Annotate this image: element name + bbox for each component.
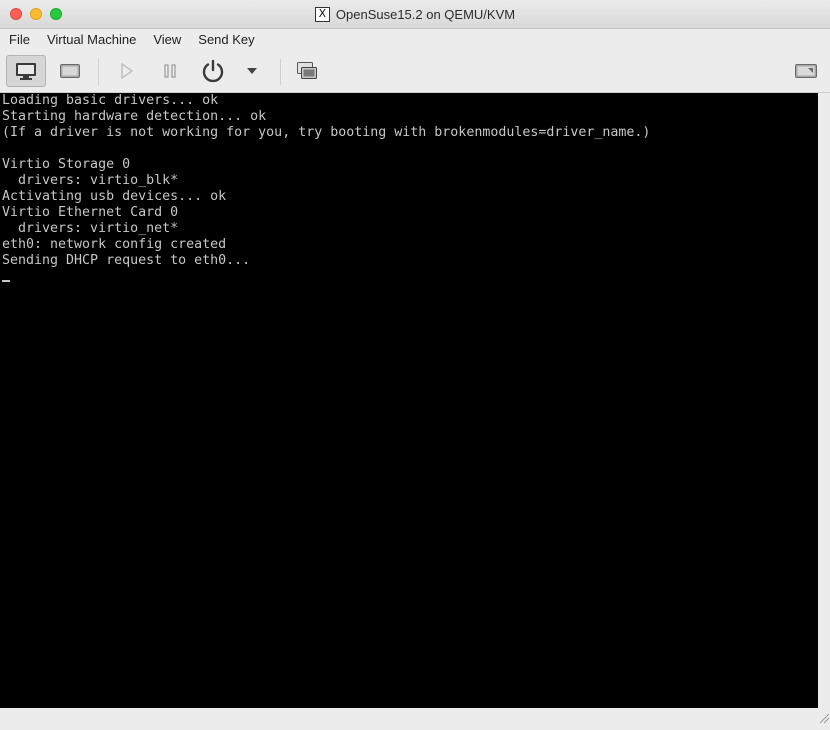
menu-file[interactable]: File (0, 29, 38, 51)
console-line: Virtio Storage 0 (2, 157, 131, 172)
resize-grip-icon (819, 713, 830, 724)
horizontal-scrollbar[interactable] (0, 708, 818, 725)
menu-virtual-machine[interactable]: Virtual Machine (38, 29, 144, 51)
text-cursor (2, 280, 10, 282)
x11-icon: X (314, 7, 330, 22)
power-icon (202, 59, 224, 83)
window-title-group: X OpenSuse15.2 on QEMU/KVM (0, 0, 830, 29)
chevron-down-icon (247, 68, 257, 74)
console-line: drivers: virtio_blk* (2, 173, 179, 188)
console-line: (If a driver is not working for you, try… (2, 125, 651, 140)
resize-grip[interactable] (818, 708, 830, 725)
fullscreen-icon (795, 64, 817, 78)
menu-bar: File Virtual Machine View Send Key (0, 29, 830, 51)
console-line: eth0: network config created (2, 237, 227, 252)
monitor-icon (16, 63, 36, 80)
vm-console-display[interactable]: Loading basic drivers... ok Starting har… (0, 93, 818, 708)
menu-send-key[interactable]: Send Key (189, 29, 262, 51)
console-line: Loading basic drivers... ok (2, 93, 219, 108)
snapshots-button[interactable] (289, 55, 325, 87)
console-line: drivers: virtio_net* (2, 221, 179, 236)
console-line: Virtio Ethernet Card 0 (2, 205, 179, 220)
toolbar-separator (280, 59, 281, 85)
shutdown-button[interactable] (196, 55, 230, 87)
console-line: Activating usb devices... ok (2, 189, 227, 204)
console-line: Starting hardware detection... ok (2, 109, 267, 124)
run-button[interactable] (110, 55, 142, 87)
details-view-button[interactable] (52, 55, 88, 87)
toolbar-separator (98, 59, 99, 85)
window-title: OpenSuse15.2 on QEMU/KVM (335, 7, 516, 22)
console-view-button[interactable] (6, 55, 46, 87)
console-output: Loading basic drivers... ok Starting har… (0, 93, 818, 285)
pause-icon (164, 64, 176, 78)
console-line: Sending DHCP request to eth0... (2, 253, 251, 268)
menu-view[interactable]: View (144, 29, 189, 51)
play-icon (121, 62, 134, 80)
shutdown-menu-button[interactable] (240, 55, 264, 87)
snapshot-icon (297, 62, 317, 79)
pause-button[interactable] (154, 55, 186, 87)
vertical-scrollbar[interactable] (818, 93, 830, 708)
details-icon (60, 64, 80, 78)
title-bar[interactable]: X OpenSuse15.2 on QEMU/KVM (0, 0, 830, 29)
toolbar (0, 51, 830, 93)
fullscreen-button[interactable] (788, 55, 824, 87)
